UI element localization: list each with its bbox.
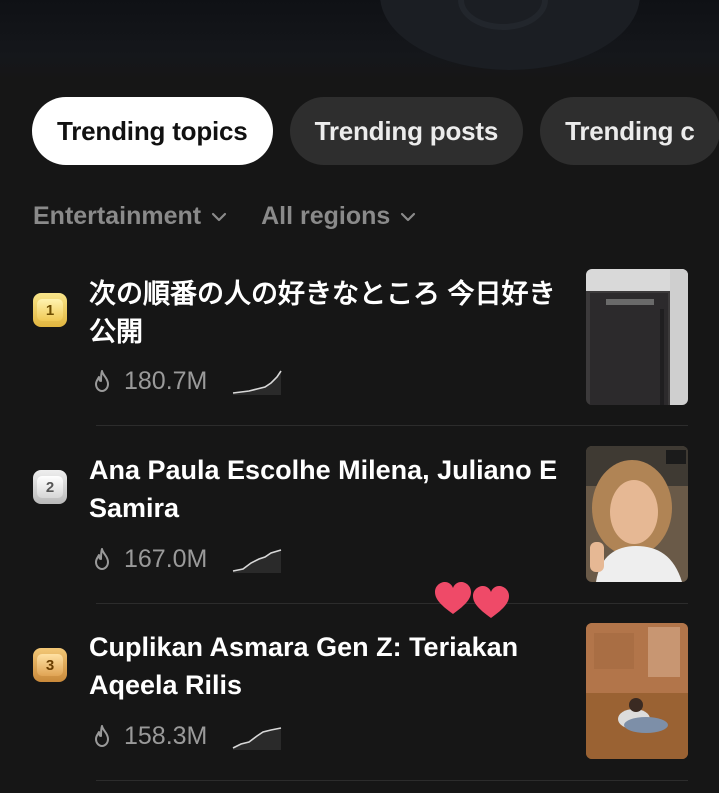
trend-sparkline-icon	[233, 370, 283, 395]
trend-sparkline-icon	[233, 726, 282, 750]
thumbnail-scene-image	[586, 623, 688, 759]
topic-stats: 158.3M	[90, 722, 283, 751]
category-dropdown[interactable]: Entertainment	[33, 202, 227, 231]
rank-badge-gold: 1	[33, 293, 67, 327]
topic-title: Ana Paula Escolhe Milena, Juliano E Sami…	[89, 455, 558, 523]
trending-item-2[interactable]: 2 Ana Paula Escolhe Milena, Juliano E Sa…	[0, 446, 719, 603]
chevron-down-icon	[211, 212, 227, 221]
tab-trending-creators[interactable]: Trending c	[540, 97, 719, 165]
topic-stats: 180.7M	[90, 367, 283, 396]
region-dropdown[interactable]: All regions	[261, 202, 416, 231]
chevron-down-icon	[401, 212, 416, 221]
flame-icon	[95, 724, 109, 747]
category-label: Entertainment	[33, 202, 202, 230]
topic-thumbnail[interactable]	[586, 623, 688, 759]
rank-number: 1	[45, 301, 55, 319]
top-banner-image	[0, 0, 719, 80]
thumbnail-door-image	[586, 269, 688, 405]
view-count: 158.3M	[124, 722, 208, 750]
tab-trending-topics[interactable]: Trending topics	[32, 97, 273, 165]
trending-item-1[interactable]: 1 次の順番の人の好きなところ 今日好き 公開 180.7M	[0, 269, 719, 426]
view-count: 180.7M	[124, 367, 208, 395]
row-divider	[96, 780, 688, 781]
rank-number: 3	[45, 656, 55, 674]
trending-tabs: Trending topics Trending posts Trending …	[32, 97, 719, 165]
heart-reaction-icon	[435, 582, 509, 618]
tab-trending-posts[interactable]: Trending posts	[289, 97, 524, 165]
topic-stats: 167.0M	[90, 545, 283, 574]
thumbnail-person-image	[586, 446, 688, 582]
topic-thumbnail[interactable]	[586, 446, 688, 582]
topic-title: Cuplikan Asmara Gen Z: Teriakan Aqeela R…	[89, 632, 519, 700]
filter-bar: Entertainment All regions	[33, 202, 416, 231]
view-count: 167.0M	[124, 545, 208, 573]
rank-badge-bronze: 3	[33, 648, 67, 682]
trending-item-3[interactable]: 3 Cuplikan Asmara Gen Z: Teriakan Aqeela…	[0, 623, 719, 780]
topic-title: 次の順番の人の好きなところ 今日好き 公開	[89, 279, 556, 347]
topic-thumbnail[interactable]	[586, 269, 688, 405]
rank-number: 2	[45, 478, 55, 496]
row-divider	[96, 425, 688, 426]
rank-badge-silver: 2	[33, 470, 67, 504]
row-divider	[96, 603, 688, 604]
flame-icon	[95, 547, 109, 570]
trend-sparkline-icon	[233, 548, 282, 573]
region-label: All regions	[261, 202, 391, 230]
flame-icon	[95, 369, 109, 392]
